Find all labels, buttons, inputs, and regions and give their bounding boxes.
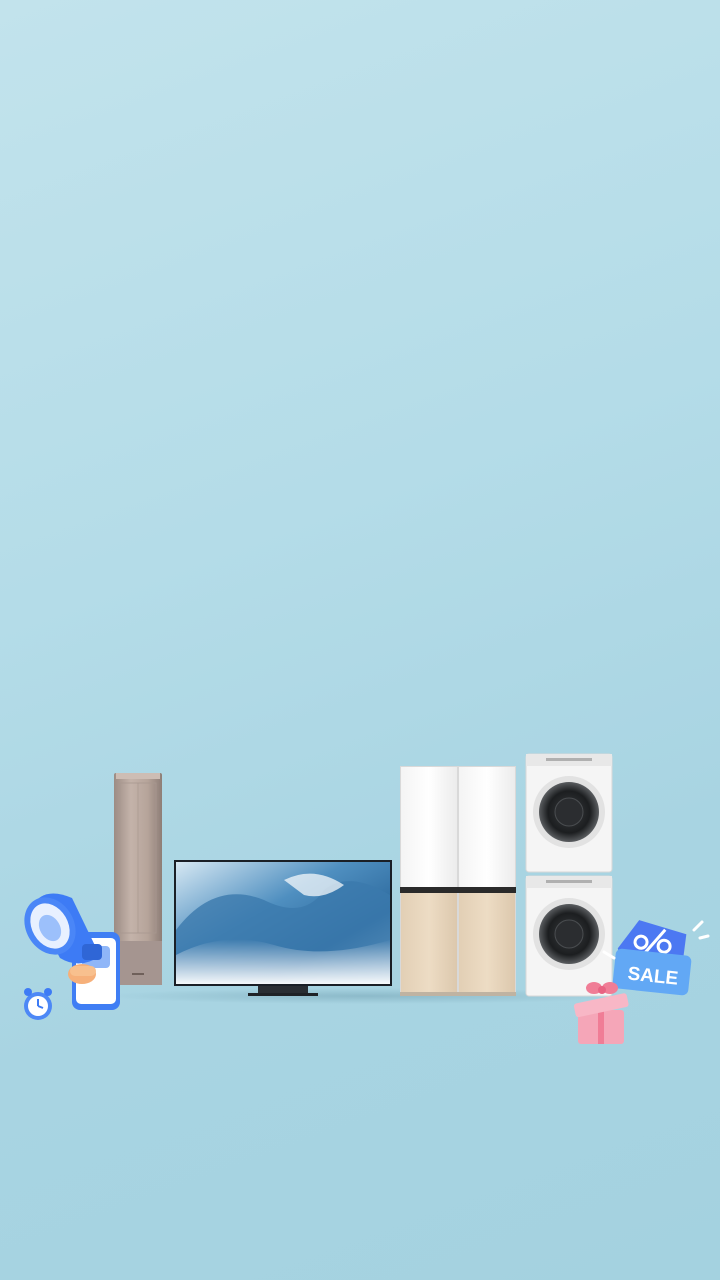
megaphone-icon [24, 893, 120, 1020]
promo-banner[interactable]: SALE [0, 0, 720, 1280]
megaphone-decoration [20, 886, 130, 1026]
gift-box-icon [573, 982, 629, 1044]
gift-box-decoration [572, 976, 636, 1048]
television-image [174, 860, 392, 998]
television-icon [174, 860, 392, 996]
alarm-clock-icon [24, 988, 52, 1020]
refrigerator-icon [400, 766, 516, 996]
refrigerator-image [400, 766, 516, 996]
